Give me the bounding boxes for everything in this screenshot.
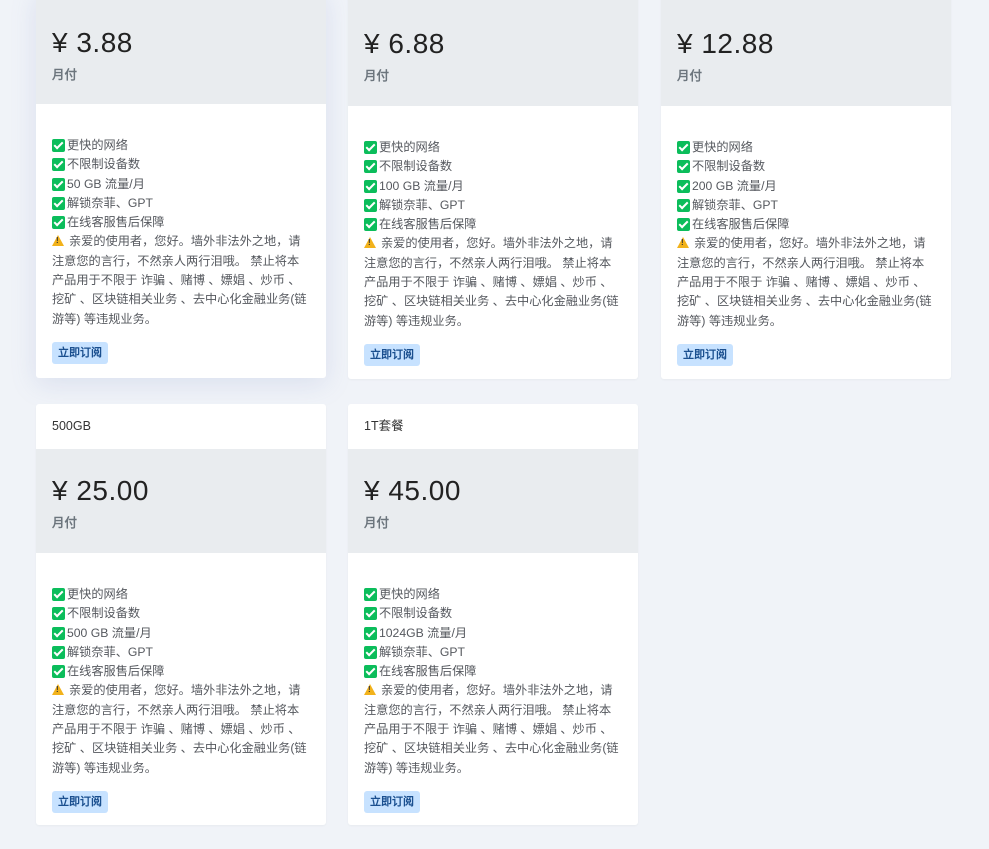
check-square-icon	[364, 179, 377, 193]
check-square-icon	[52, 626, 65, 640]
feature-item: 1024GB 流量/月	[364, 624, 622, 643]
feature-item: 更快的网络	[364, 585, 622, 604]
check-square-icon	[364, 665, 377, 679]
feature-item: 解锁奈菲、GPT	[52, 643, 310, 662]
check-square-icon	[677, 141, 690, 155]
plan-price: ¥ 6.88	[364, 28, 445, 59]
feature-item: 更快的网络	[52, 136, 310, 155]
feature-item: 更快的网络	[677, 138, 935, 157]
check-square-icon	[52, 139, 65, 153]
check-square-icon	[677, 160, 690, 174]
plan-period: 月付	[52, 516, 78, 530]
warning-notice: 亲爱的使用者，您好。墙外非法外之地，请注意您的言行，不然亲人两行泪哦。 禁止将本…	[52, 232, 310, 328]
feature-item: 在线客服售后保障	[52, 213, 310, 232]
warning-notice: 亲爱的使用者，您好。墙外非法外之地，请注意您的言行，不然亲人两行泪哦。 禁止将本…	[677, 234, 935, 330]
check-square-icon	[52, 588, 65, 602]
check-square-icon	[364, 160, 377, 174]
feature-item: 解锁奈菲、GPT	[364, 196, 622, 215]
feature-item: 在线客服售后保障	[52, 662, 310, 681]
plan-period: 月付	[52, 68, 78, 82]
check-square-icon	[52, 158, 65, 172]
check-square-icon	[677, 218, 690, 232]
plan-period: 月付	[364, 69, 390, 83]
plan-title: 500GB	[52, 419, 91, 433]
subscribe-button[interactable]: 立即订阅	[677, 343, 733, 366]
check-square-icon	[364, 607, 377, 621]
plan-body: 更快的网络 不限制设备数 500 GB 流量/月 解锁奈菲、GPT 在线客服售后…	[36, 553, 326, 813]
check-square-icon	[52, 646, 65, 660]
check-square-icon	[364, 141, 377, 155]
feature-item: 更快的网络	[364, 138, 622, 157]
check-square-icon	[364, 218, 377, 232]
plan-period: 月付	[364, 516, 390, 530]
feature-item: 200 GB 流量/月	[677, 177, 935, 196]
price-block: ¥ 25.00 月付	[36, 449, 326, 553]
feature-item: 不限制设备数	[364, 604, 622, 623]
warning-triangle-icon	[364, 237, 376, 249]
plan-card: 500GB ¥ 25.00 月付 更快的网络 不限制设备数 500 GB 流量/…	[36, 404, 326, 825]
warning-triangle-icon	[364, 684, 376, 696]
check-square-icon	[52, 177, 65, 191]
subscribe-button[interactable]: 立即订阅	[52, 790, 108, 813]
feature-item: 不限制设备数	[677, 157, 935, 176]
feature-item: 在线客服售后保障	[364, 215, 622, 234]
feature-item: 在线客服售后保障	[677, 215, 935, 234]
warning-triangle-icon	[52, 684, 64, 696]
plan-body: 更快的网络 不限制设备数 1024GB 流量/月 解锁奈菲、GPT 在线客服售后…	[348, 553, 638, 813]
plan-card: 1T套餐 ¥ 45.00 月付 更快的网络 不限制设备数 1024GB 流量/月…	[348, 404, 638, 825]
check-square-icon	[364, 199, 377, 213]
warning-notice: 亲爱的使用者，您好。墙外非法外之地，请注意您的言行，不然亲人两行泪哦。 禁止将本…	[52, 681, 310, 777]
plan-body: 更快的网络 不限制设备数 50 GB 流量/月 解锁奈菲、GPT 在线客服售后保…	[36, 104, 326, 364]
feature-item: 更快的网络	[52, 585, 310, 604]
price-block: ¥ 3.88 月付	[36, 0, 326, 104]
feature-item: 解锁奈菲、GPT	[52, 194, 310, 213]
subscribe-button[interactable]: 立即订阅	[364, 790, 420, 813]
check-square-icon	[52, 607, 65, 621]
plan-price: ¥ 3.88	[52, 27, 133, 58]
plan-title: 1T套餐	[364, 419, 404, 433]
feature-item: 不限制设备数	[364, 157, 622, 176]
check-square-icon	[52, 197, 65, 211]
plan-card: ¥ 3.88 月付 更快的网络 不限制设备数 50 GB 流量/月 解锁奈菲、G…	[36, 0, 326, 378]
price-block: ¥ 12.88 月付	[661, 0, 951, 106]
warning-notice: 亲爱的使用者，您好。墙外非法外之地，请注意您的言行，不然亲人两行泪哦。 禁止将本…	[364, 681, 622, 777]
feature-item: 500 GB 流量/月	[52, 624, 310, 643]
check-square-icon	[364, 626, 377, 640]
plan-price: ¥ 45.00	[364, 475, 461, 506]
subscribe-button[interactable]: 立即订阅	[364, 343, 420, 366]
plan-card: ¥ 6.88 月付 更快的网络 不限制设备数 100 GB 流量/月 解锁奈菲、…	[348, 0, 638, 379]
plan-body: 更快的网络 不限制设备数 200 GB 流量/月 解锁奈菲、GPT 在线客服售后…	[661, 106, 951, 366]
feature-item: 100 GB 流量/月	[364, 177, 622, 196]
feature-item: 50 GB 流量/月	[52, 175, 310, 194]
plan-card: ¥ 12.88 月付 更快的网络 不限制设备数 200 GB 流量/月 解锁奈菲…	[661, 0, 951, 379]
check-square-icon	[677, 179, 690, 193]
price-block: ¥ 6.88 月付	[348, 0, 638, 106]
warning-triangle-icon	[52, 235, 64, 247]
check-square-icon	[52, 665, 65, 679]
feature-item: 不限制设备数	[52, 604, 310, 623]
plan-period: 月付	[677, 69, 703, 83]
warning-triangle-icon	[677, 237, 689, 249]
price-block: ¥ 45.00 月付	[348, 449, 638, 553]
feature-item: 解锁奈菲、GPT	[677, 196, 935, 215]
plan-price: ¥ 25.00	[52, 475, 149, 506]
check-square-icon	[364, 588, 377, 602]
warning-notice: 亲爱的使用者，您好。墙外非法外之地，请注意您的言行，不然亲人两行泪哦。 禁止将本…	[364, 234, 622, 330]
feature-item: 解锁奈菲、GPT	[364, 643, 622, 662]
plan-body: 更快的网络 不限制设备数 100 GB 流量/月 解锁奈菲、GPT 在线客服售后…	[348, 106, 638, 366]
feature-item: 在线客服售后保障	[364, 662, 622, 681]
check-square-icon	[677, 199, 690, 213]
subscribe-button[interactable]: 立即订阅	[52, 341, 108, 364]
check-square-icon	[52, 216, 65, 230]
plan-price: ¥ 12.88	[677, 28, 774, 59]
feature-item: 不限制设备数	[52, 155, 310, 174]
check-square-icon	[364, 646, 377, 660]
